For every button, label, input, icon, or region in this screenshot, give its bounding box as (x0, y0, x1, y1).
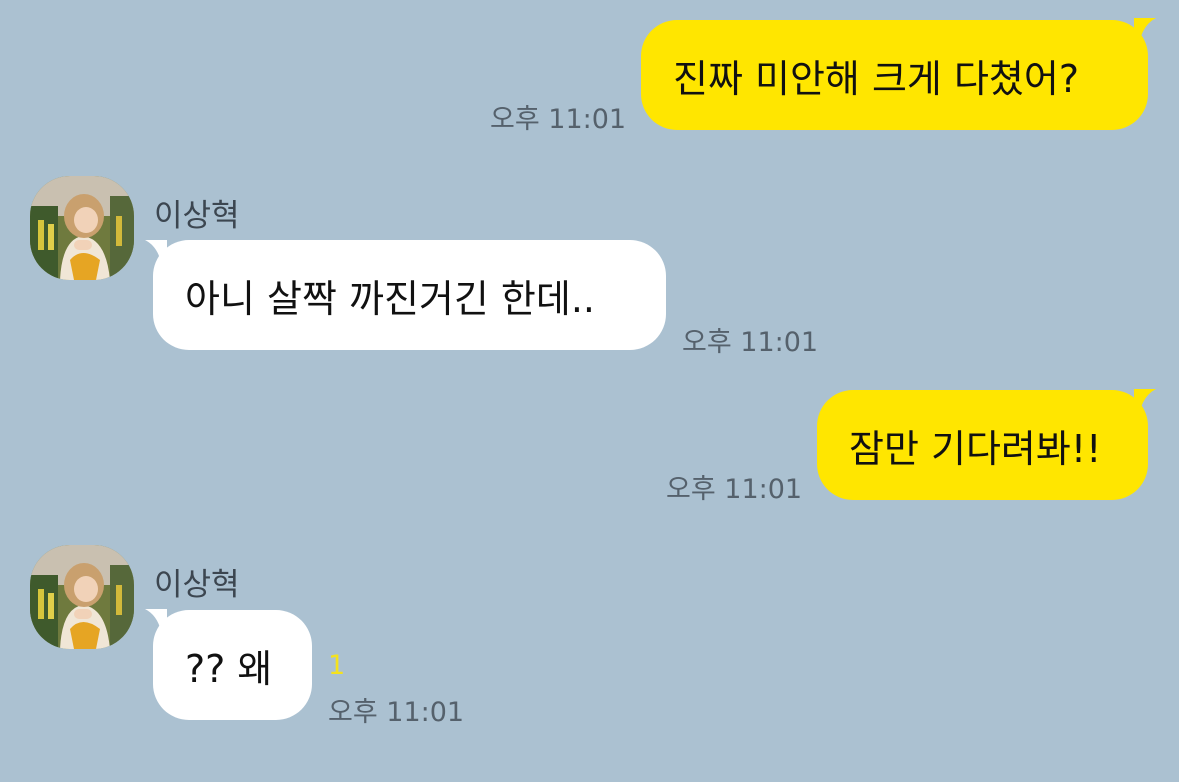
profile-photo-avatar[interactable] (30, 176, 134, 280)
message-text: 아니 살짝 까진거긴 한데.. (185, 276, 595, 321)
message-timestamp: 오후 11:01 (666, 474, 803, 505)
unread-count: 1 (328, 650, 346, 681)
message-timestamp: 오후 11:01 (490, 104, 627, 135)
message-timestamp: 오후 11:01 (328, 697, 465, 728)
message-bubble[interactable]: ?? 왜 (153, 610, 312, 720)
message-bubble[interactable]: 잠만 기다려봐!! (817, 390, 1148, 500)
message-text: 진짜 미안해 크게 다쳤어? (673, 56, 1080, 101)
avatar-image (30, 176, 134, 280)
sender-name: 이상혁 (154, 567, 240, 603)
message-text: ?? 왜 (185, 646, 273, 691)
avatar-image (30, 545, 134, 649)
profile-photo-avatar[interactable] (30, 545, 134, 649)
sender-name: 이상혁 (154, 198, 240, 234)
message-text: 잠만 기다려봐!! (849, 426, 1102, 471)
message-bubble[interactable]: 아니 살짝 까진거긴 한데.. (153, 240, 666, 350)
message-bubble[interactable]: 진짜 미안해 크게 다쳤어? (641, 20, 1148, 130)
message-timestamp: 오후 11:01 (682, 327, 819, 358)
